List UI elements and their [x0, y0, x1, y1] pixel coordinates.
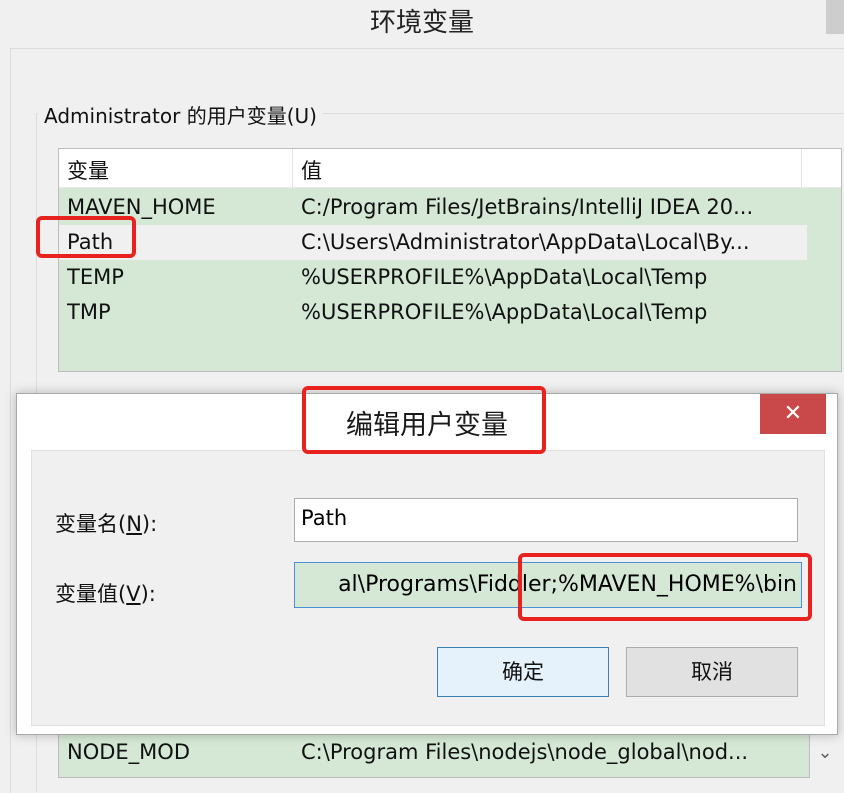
highlight-path-row — [36, 216, 136, 258]
table-row[interactable]: NODE_MOD C:\Program Files\nodejs\node_gl… — [59, 735, 807, 770]
list-header: 变量 值 — [59, 149, 841, 188]
table-row[interactable]: MAVEN_HOME C:/Program Files/JetBrains/In… — [59, 190, 807, 225]
scrollbar-thumb[interactable] — [826, 0, 844, 34]
highlight-dialog-title — [302, 386, 546, 454]
user-variables-list[interactable]: 变量 值 MAVEN_HOME C:/Program Files/JetBrai… — [58, 148, 842, 372]
variable-value-label: 变量值(V): — [55, 582, 156, 606]
variable-value: %USERPROFILE%\AppData\Local\Temp — [301, 300, 708, 324]
highlight-maven-bin — [518, 553, 812, 621]
column-header-name[interactable]: 变量 — [67, 149, 109, 187]
variable-value: C:/Program Files/JetBrains/IntelliJ IDEA… — [301, 195, 754, 219]
variable-name-input[interactable]: Path — [294, 498, 798, 542]
variable-name-label: 变量名(N): — [55, 512, 158, 536]
variable-name: NODE_MOD — [67, 740, 190, 764]
column-header-value[interactable]: 值 — [301, 149, 322, 187]
cancel-button[interactable]: 取消 — [626, 647, 798, 697]
close-icon: ✕ — [783, 401, 803, 426]
variable-value: C:\Program Files\nodejs\node_global\nod.… — [301, 740, 749, 764]
system-variables-list[interactable]: NODE_MOD C:\Program Files\nodejs\node_gl… — [58, 730, 810, 778]
variable-name: TEMP — [67, 265, 124, 289]
ok-button[interactable]: 确定 — [437, 647, 609, 697]
variable-value: C:\Users\Administrator\AppData\Local\By.… — [301, 230, 750, 254]
close-button[interactable]: ✕ — [760, 394, 826, 434]
column-divider[interactable] — [292, 149, 293, 187]
column-divider[interactable] — [801, 149, 802, 187]
variable-value: %USERPROFILE%\AppData\Local\Temp — [301, 265, 708, 289]
variable-name: TMP — [67, 300, 111, 324]
table-row[interactable]: TMP %USERPROFILE%\AppData\Local\Temp — [59, 295, 807, 330]
table-row-selected[interactable]: Path C:\Users\Administrator\AppData\Loca… — [59, 225, 807, 260]
user-variables-group-label: Administrator 的用户变量(U) — [38, 100, 323, 129]
table-row[interactable]: TEMP %USERPROFILE%\AppData\Local\Temp — [59, 260, 807, 295]
chevron-down-icon[interactable]: ⌄ — [812, 738, 838, 768]
window-title: 环境变量 — [369, 8, 474, 38]
